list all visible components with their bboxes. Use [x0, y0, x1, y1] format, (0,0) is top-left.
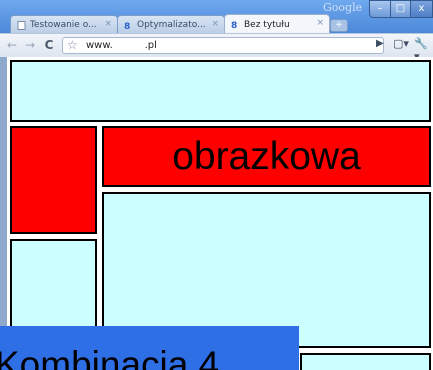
- new-tab-button[interactable]: +: [330, 19, 348, 32]
- caption-overlay: Kombinacja 4: [0, 326, 299, 370]
- wrench-menu-icon[interactable]: 🔧▾: [414, 37, 433, 57]
- close-tab-icon[interactable]: ×: [316, 18, 324, 28]
- maximize-button[interactable]: □: [390, 0, 411, 18]
- banner-block: obrazkowa: [102, 126, 431, 187]
- reload-icon[interactable]: C: [41, 37, 57, 53]
- url-text[interactable]: www. .pl: [86, 38, 157, 53]
- google-brand-label: Google: [323, 1, 363, 14]
- screenshot: Google Testowanie o... × 8 Optymalizato.…: [0, 0, 433, 370]
- footer-block: [300, 353, 431, 370]
- close-tab-icon[interactable]: ×: [211, 19, 219, 29]
- tab-label: Bez tytułu: [244, 19, 290, 30]
- title-bar: Google Testowanie o... × 8 Optymalizato.…: [0, 0, 433, 34]
- main-content-block: [102, 192, 431, 348]
- google-favicon-icon: 8: [124, 21, 133, 32]
- tab-bez-tytulu[interactable]: 8 Bez tytułu ×: [224, 14, 330, 34]
- play-icon[interactable]: ▶: [376, 38, 384, 49]
- svg-text:8: 8: [231, 21, 237, 29]
- page-viewport: obrazkowa Kombinacja 4: [0, 57, 433, 370]
- tab-optymalizator[interactable]: 8 Optymalizato... ×: [117, 15, 225, 34]
- back-arrow-icon[interactable]: ←: [4, 37, 20, 53]
- close-tab-icon[interactable]: ×: [104, 19, 112, 29]
- tab-label: Optymalizato...: [137, 20, 206, 30]
- sidebar-top-block: [10, 126, 97, 234]
- banner-text: obrazkowa: [172, 135, 361, 178]
- header-block: [10, 60, 431, 122]
- address-bar[interactable]: ☆ www. .pl: [62, 37, 384, 54]
- close-window-button[interactable]: x: [410, 0, 433, 18]
- svg-text:8: 8: [124, 22, 130, 30]
- tab-label: Testowanie o...: [30, 20, 97, 30]
- tab-testowanie[interactable]: Testowanie o... ×: [10, 15, 118, 34]
- browser-window-frame: Google Testowanie o... × 8 Optymalizato.…: [0, 0, 433, 57]
- page-icon: [17, 20, 26, 30]
- minimize-button[interactable]: –: [369, 0, 391, 18]
- bookmark-star-icon[interactable]: ☆: [67, 38, 78, 53]
- google-favicon-icon: 8: [231, 20, 240, 31]
- page-menu-icon[interactable]: ▢▾: [393, 37, 409, 50]
- window-left-border: [0, 57, 7, 370]
- caption-text: Kombinacja 4: [0, 344, 220, 370]
- forward-arrow-icon[interactable]: →: [22, 37, 38, 53]
- navigation-toolbar: ← → C ☆ www. .pl ▶ ▢▾ 🔧▾: [0, 33, 433, 57]
